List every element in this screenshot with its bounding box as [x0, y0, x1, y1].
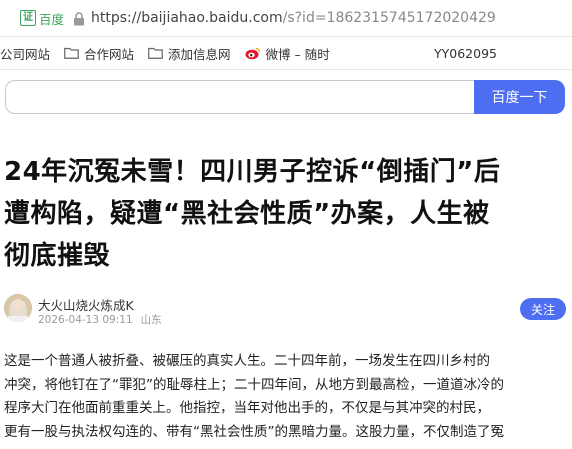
avatar[interactable] — [4, 294, 32, 322]
bookmark-label: 合作网站 — [84, 46, 135, 62]
bookmark-label: 公司网站 — [0, 46, 51, 62]
bookmark-label: 微博 – 随时 — [265, 46, 330, 62]
bookmark-info-site[interactable]: 添加信息网 — [148, 44, 231, 63]
bookmark-partner-site[interactable]: 合作网站 — [64, 44, 134, 63]
folder-icon — [64, 47, 79, 59]
follow-button[interactable]: 关注 — [520, 298, 566, 320]
article-body-line: 更有一股与执法权勾连的、带有“黑社会性质”的黑暗力量。这股力量，不仅制造了冤 — [4, 423, 504, 440]
author-row: 大火山烧火炼成K 2026-04-13 09:11 山东 关注 — [4, 294, 570, 326]
bookmark-company-site[interactable]: 公司网站 — [0, 44, 50, 63]
publish-location: 山东 — [140, 314, 162, 326]
security-badge-label: 百度 — [39, 11, 65, 27]
article-body-line: 这是一个普通人被折叠、被碾压的真实人生。二十四年前，一场发生在四川乡村的 — [4, 353, 490, 369]
publish-date: 2026-04-13 09:11 — [38, 314, 133, 326]
article-body: 这是一个普通人被折叠、被碾压的真实人生。二十四年前，一场发生在四川乡村的 冲突，… — [4, 350, 570, 444]
article-title-line: 遭构陷，疑遭“黑社会性质”办案，人生被 — [4, 199, 490, 229]
article-title-line: 彻底摧毁 — [4, 241, 111, 271]
lock-icon — [73, 11, 85, 26]
article-title-line: 24年沉冤未雪！四川男子控诉“倒插门”后 — [4, 157, 501, 187]
certificate-icon: 证 — [20, 10, 36, 26]
search-bar: 百度一下 — [5, 80, 565, 114]
bookmark-label: 添加信息网 — [168, 46, 231, 62]
weibo-icon — [245, 47, 260, 60]
security-badge[interactable]: 证 百度 — [20, 9, 64, 28]
search-input[interactable] — [5, 80, 474, 114]
article-body-line: 程序大门在他面前重重关上。他指控，当年对他出手的，不仅是与其冲突的村民， — [4, 400, 490, 416]
article-title: 24年沉冤未雪！四川男子控诉“倒插门”后 遭构陷，疑遭“黑社会性质”办案，人生被… — [4, 151, 570, 277]
bookmarks-bar: 公司网站 合作网站 添加信息网 微博 – 随时 YY062095 — [0, 36, 572, 70]
url-text[interactable]: https://baijiahao.baidu.com/s?id=1862315… — [91, 10, 496, 26]
author-meta: 2026-04-13 09:11 山东 — [38, 312, 162, 327]
bookmark-code: YY062095 — [434, 46, 497, 61]
address-bar[interactable]: 证 百度 https://baijiahao.baidu.com/s?id=18… — [0, 0, 572, 36]
search-button[interactable]: 百度一下 — [474, 80, 565, 114]
url-path: /s?id=1862315745172020429 — [282, 10, 496, 26]
folder-icon — [148, 47, 163, 59]
url-host: https://baijiahao.baidu.com — [91, 10, 283, 26]
article-body-line: 冲突，将他钉在了“罪犯”的耻辱柱上；二十四年间，从地方到最高检，一道道冰冷的 — [4, 376, 504, 393]
bookmark-weibo[interactable]: 微博 – 随时 — [245, 44, 330, 63]
